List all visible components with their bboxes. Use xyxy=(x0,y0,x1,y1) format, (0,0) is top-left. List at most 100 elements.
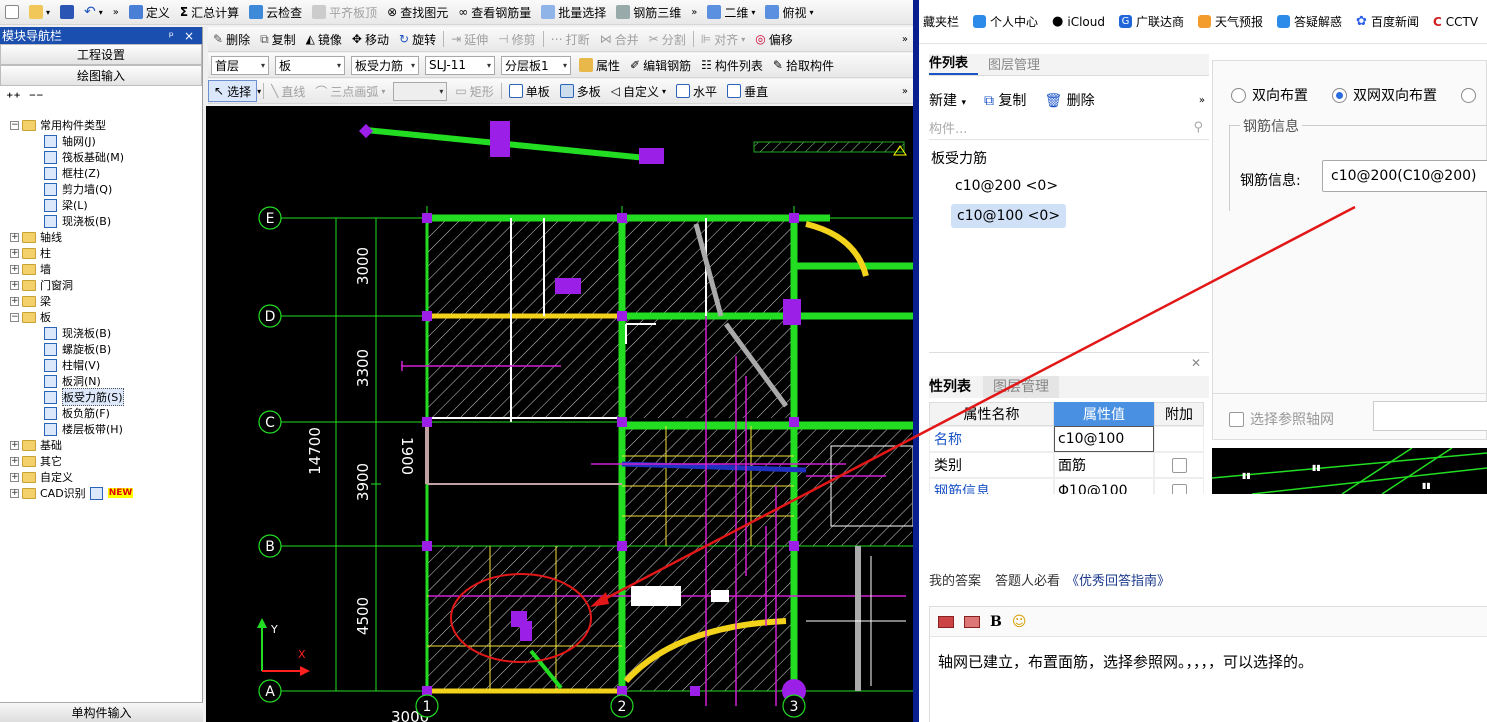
extend-button[interactable]: ⇥ 延伸 xyxy=(446,28,493,50)
expand-icon[interactable]: + xyxy=(10,280,19,290)
collapse-icon[interactable]: − xyxy=(10,312,19,322)
collapse-icon[interactable]: − xyxy=(10,120,19,130)
layer-select[interactable]: 分层板1 ▾ xyxy=(501,55,571,75)
answer-text[interactable]: 轴网已建立，布置面筋，选择参照网。，，，，可以选择的。 xyxy=(930,637,1487,686)
more-toolbar2-button[interactable]: » xyxy=(897,28,913,50)
tree-item-cast-slab[interactable]: 现浇板(B) xyxy=(0,213,200,229)
bookmark-baidu-news[interactable]: ✿ 百度新闻 xyxy=(1356,13,1419,30)
subtype-select[interactable]: 板受力筋 ▾ xyxy=(351,55,419,75)
new-button[interactable]: 新建 ▾ xyxy=(929,90,966,110)
more-icon[interactable]: » xyxy=(1199,95,1209,106)
custom-dropdown[interactable]: ◁ 自定义 ▾ xyxy=(606,80,671,102)
search-input[interactable]: 构件... ⚲ xyxy=(929,116,1209,140)
more-toolbar4-button[interactable]: » xyxy=(897,80,913,102)
offset-button[interactable]: ◎ 偏移 xyxy=(750,28,798,50)
tree-node-door[interactable]: + 门窗洞 xyxy=(0,277,200,293)
list-item-selected[interactable]: c10@100 <0> xyxy=(951,204,1067,228)
tree-item-slab-rebar[interactable]: 板受力筋(S) xyxy=(0,388,200,406)
define-button[interactable]: 定义 xyxy=(124,1,175,23)
trim-button[interactable]: ⊣ 修剪 xyxy=(493,28,540,50)
bookmark-personal-center[interactable]: 个人中心 xyxy=(973,13,1038,30)
rotate-button[interactable]: ↻ 旋转 xyxy=(394,28,441,50)
close-icon[interactable]: ✕ xyxy=(1191,356,1201,370)
bookmark-weather[interactable]: 天气预报 xyxy=(1198,13,1263,30)
guide-link[interactable]: 《优秀回答指南》 xyxy=(1066,570,1170,589)
select-button[interactable]: ↖ 选择 xyxy=(208,80,258,102)
line-button[interactable]: ╲ 直线 xyxy=(266,80,310,102)
copy-button[interactable]: ⧉ 复制 xyxy=(984,90,1026,110)
find-element-button[interactable]: ⊗ 查找图元 xyxy=(382,1,453,23)
expand-icon[interactable]: + xyxy=(10,232,19,242)
tree-item-spiral-slab[interactable]: 螺旋板(B) xyxy=(0,341,200,357)
tree-node-foundation[interactable]: + 基础 xyxy=(0,437,200,453)
tree-group[interactable]: 板受力筋 xyxy=(931,148,987,168)
open-file-button[interactable]: ▾ xyxy=(24,1,55,23)
element-list-button[interactable]: ☷ 构件列表 xyxy=(696,54,768,76)
bold-button[interactable]: B xyxy=(990,614,1002,630)
category-checkbox[interactable] xyxy=(1154,452,1204,478)
single-element-input-button[interactable]: 单构件输入 xyxy=(0,702,203,722)
more-button[interactable]: » xyxy=(108,1,124,23)
list-item[interactable]: c10@200 <0> xyxy=(955,178,1058,194)
expand-icon[interactable]: + xyxy=(10,488,19,498)
expand-all-icon[interactable]: ⁺⁺ xyxy=(6,90,21,106)
save-button[interactable] xyxy=(55,1,79,23)
pick-element-button[interactable]: ✎ 拾取构件 xyxy=(768,54,839,76)
pin-icon[interactable]: ᵖ xyxy=(169,29,174,43)
tree-item-shear-wall[interactable]: 剪力墙(Q) xyxy=(0,181,200,197)
drawing-canvas[interactable]: 3000 3300 3900 4500 14700 1900 3000 E D … xyxy=(206,106,913,722)
bookmark-icloud[interactable]: ● iCloud xyxy=(1052,14,1105,29)
bookmark-folder[interactable]: 藏夹栏 xyxy=(923,13,959,30)
undo-button[interactable]: ↶ ▾ xyxy=(79,1,108,23)
delete-button[interactable]: 🗑 删除 xyxy=(1044,90,1094,110)
tree-node-axis[interactable]: + 轴线 xyxy=(0,229,200,245)
rebar-info-input[interactable]: c10@200(C10@200) xyxy=(1322,160,1487,192)
align-dropdown[interactable]: ⊫ 对齐 ▾ xyxy=(696,28,750,50)
tree-node-beam[interactable]: + 梁 xyxy=(0,293,200,309)
code-select[interactable]: SLJ-11 ▾ xyxy=(425,55,495,75)
cloud-check-button[interactable]: 云检查 xyxy=(244,1,307,23)
tree-node-common[interactable]: − 常用构件类型 xyxy=(0,117,200,133)
ref-axis-option[interactable]: 选择参照轴网 xyxy=(1229,409,1334,429)
tree-node-wall[interactable]: + 墙 xyxy=(0,261,200,277)
tab-element-list[interactable]: 件列表 xyxy=(929,52,979,75)
tree-node-slab[interactable]: − 板 xyxy=(0,309,200,325)
tree-node-cad[interactable]: + CAD识别 NEW xyxy=(0,485,200,501)
name-value-field[interactable]: c10@100 xyxy=(1054,426,1154,452)
mirror-button[interactable]: ◭ 镜像 xyxy=(301,28,347,50)
floor-select[interactable]: 首层 ▾ xyxy=(211,55,269,75)
tree-item-cast-slab-2[interactable]: 现浇板(B) xyxy=(0,325,200,341)
tree-item-frame-column[interactable]: 框柱(Z) xyxy=(0,165,200,181)
edit-rebar-button[interactable]: ✐ 编辑钢筋 xyxy=(625,54,696,76)
close-icon[interactable]: × xyxy=(184,29,194,43)
tree-item-axis-grid[interactable]: 轴网(J) xyxy=(0,133,200,149)
radio-two-way[interactable] xyxy=(1231,87,1246,103)
tree-item-column-cap[interactable]: 柱帽(V) xyxy=(0,357,200,373)
drawing-input-button[interactable]: 绘图输入 xyxy=(0,65,202,86)
emoji-icon[interactable]: ☺ xyxy=(1012,614,1027,630)
expand-icon[interactable]: + xyxy=(10,456,19,466)
expand-icon[interactable]: + xyxy=(10,296,19,306)
ref-axis-checkbox[interactable] xyxy=(1229,411,1244,427)
category-value[interactable]: 面筋 xyxy=(1054,452,1154,478)
tree-item-slab-band[interactable]: 楼层板带(H) xyxy=(0,421,200,437)
expand-icon[interactable]: + xyxy=(10,248,19,258)
merge-button[interactable]: ⋈ 合并 xyxy=(595,28,644,50)
tree-node-column[interactable]: + 柱 xyxy=(0,245,200,261)
expand-icon[interactable]: + xyxy=(10,472,19,482)
tab-layer-management[interactable]: 图层管理 xyxy=(978,54,1050,75)
delete-button[interactable]: ✎ 删除 xyxy=(208,28,255,50)
tree-item-beam[interactable]: 梁(L) xyxy=(0,197,200,213)
expand-icon[interactable]: + xyxy=(10,440,19,450)
view-rebar-button[interactable]: ∞ 查看钢筋量 xyxy=(453,1,536,23)
split-button[interactable]: ✂ 分割 xyxy=(644,28,691,50)
tree-item-slab-hole[interactable]: 板洞(N) xyxy=(0,373,200,389)
horizontal-button[interactable]: 水平 xyxy=(671,80,722,102)
view-2d-dropdown[interactable]: 二维 ▾ xyxy=(702,1,760,23)
sum-button[interactable]: Σ 汇总计算 xyxy=(175,1,244,23)
tree-item-negative-rebar[interactable]: 板负筋(F) xyxy=(0,405,200,421)
copy-button[interactable]: ⧉ 复制 xyxy=(255,28,301,50)
vertical-button[interactable]: 垂直 xyxy=(722,80,773,102)
rect-button[interactable]: ▭ 矩形 xyxy=(450,80,498,102)
insert-photo-icon[interactable] xyxy=(964,615,980,628)
